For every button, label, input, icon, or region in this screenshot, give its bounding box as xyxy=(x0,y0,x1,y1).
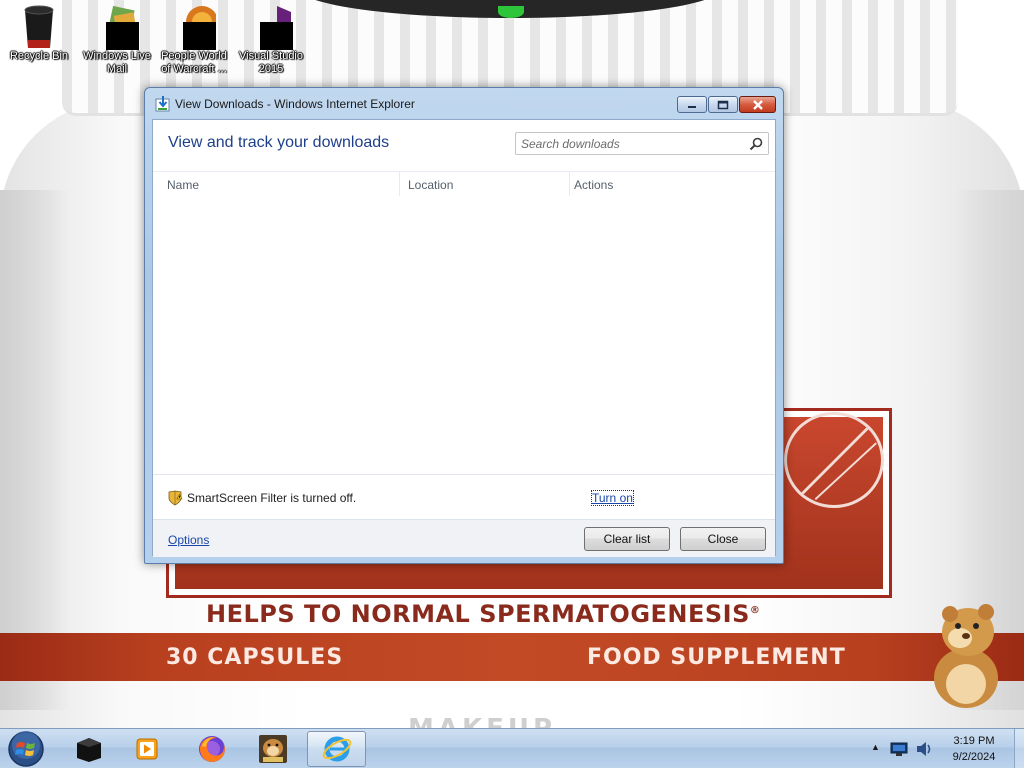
taskbar-media-player[interactable] xyxy=(120,731,176,767)
firefox-icon xyxy=(199,736,225,762)
wallpaper-supplement-text: FOOD SUPPLEMENT xyxy=(587,645,846,670)
wallpaper-logo xyxy=(784,412,884,508)
taskbar: ▲ 3:19 PM 9/2/2024 xyxy=(0,728,1024,768)
column-header: Name Location Actions xyxy=(153,171,775,196)
smartscreen-bar: SmartScreen Filter is turned off. Turn o… xyxy=(153,474,775,518)
show-hidden-icons-icon[interactable]: ▲ xyxy=(871,742,880,752)
internet-explorer-icon xyxy=(322,736,351,762)
desktop-icon-label: Windows Live Mail xyxy=(83,50,151,75)
downloads-list[interactable] xyxy=(153,196,775,472)
turn-on-link[interactable]: Turn on xyxy=(591,490,634,506)
taskbar-box-app[interactable] xyxy=(245,731,301,767)
taskbar-internet-explorer[interactable] xyxy=(307,731,366,767)
desktop-icon-windows-live-mail[interactable]: Windows Live Mail xyxy=(80,4,154,76)
downloads-icon xyxy=(155,96,170,112)
shield-warning-icon xyxy=(168,490,183,506)
close-icon xyxy=(752,99,763,110)
black-box-icon xyxy=(77,738,101,762)
dialog-footer: Options Clear list Close xyxy=(153,519,775,557)
search-icon[interactable] xyxy=(748,136,764,152)
wallpaper-headline: HELPS TO NORMAL SPERMATOGENESIS® xyxy=(206,600,761,628)
page-title: View and track your downloads xyxy=(168,134,390,151)
column-divider[interactable] xyxy=(399,172,400,196)
downloads-panel: View and track your downloads Name Locat… xyxy=(152,119,776,557)
window-close-button[interactable] xyxy=(739,96,776,113)
people-world-of-warcraft-icon xyxy=(176,4,218,56)
desktop-icon-people-world-of-warcraft[interactable]: People World of Warcraft ... xyxy=(157,4,231,76)
desktop-icon-recycle-bin[interactable]: Recycle Bin xyxy=(2,4,76,63)
column-name[interactable]: Name xyxy=(167,178,199,192)
taskbar-black-app[interactable] xyxy=(61,731,117,767)
view-downloads-window: View Downloads - Windows Internet Explor… xyxy=(144,87,784,564)
window-title: View Downloads - Windows Internet Explor… xyxy=(175,97,415,111)
desktop-icon-visual-studio[interactable]: Visual Studio 2015 xyxy=(234,4,308,76)
column-actions[interactable]: Actions xyxy=(574,178,613,192)
media-player-icon xyxy=(136,738,158,760)
windows-logo-icon xyxy=(8,731,44,767)
search-input[interactable] xyxy=(516,133,744,154)
start-button[interactable] xyxy=(6,730,46,768)
desktop-icon-label: Visual Studio 2015 xyxy=(238,50,303,75)
wallpaper-brand: MAKEUP xyxy=(408,714,556,728)
minimize-icon xyxy=(688,105,696,108)
search-box xyxy=(515,132,769,155)
smartscreen-status: SmartScreen Filter is turned off. xyxy=(187,491,357,505)
show-desktop-button[interactable] xyxy=(1014,729,1024,768)
clock-time[interactable]: 3:19 PM xyxy=(952,735,996,747)
maximize-icon xyxy=(717,100,729,109)
visual-studio-icon xyxy=(253,4,293,56)
system-tray: ▲ 3:19 PM 9/2/2024 xyxy=(866,729,1024,768)
clock-date[interactable]: 9/2/2024 xyxy=(946,751,1002,763)
column-divider[interactable] xyxy=(569,172,570,196)
taskbar-firefox[interactable] xyxy=(184,731,240,767)
title-bar[interactable]: View Downloads - Windows Internet Explor… xyxy=(145,88,783,118)
hamster-image xyxy=(934,604,998,708)
close-button[interactable]: Close xyxy=(680,527,766,551)
desktop-icon-label: People World of Warcraft ... xyxy=(161,50,227,75)
wallpaper-cap-led xyxy=(498,6,524,18)
recycle-bin-icon xyxy=(21,4,57,48)
hamster-box-icon xyxy=(259,735,287,763)
wallpaper-band xyxy=(0,633,1024,681)
column-location[interactable]: Location xyxy=(408,178,453,192)
maximize-button[interactable] xyxy=(708,96,738,113)
minimize-button[interactable] xyxy=(677,96,707,113)
volume-icon[interactable] xyxy=(915,740,933,758)
clear-list-button[interactable]: Clear list xyxy=(584,527,670,551)
network-icon[interactable] xyxy=(890,741,908,757)
desktop-icon-label: Recycle Bin xyxy=(9,50,69,62)
wallpaper-shade xyxy=(0,190,70,710)
wallpaper-capsules-text: 30 CAPSULES xyxy=(166,645,344,670)
windows-live-mail-icon xyxy=(99,4,139,56)
options-link[interactable]: Options xyxy=(168,533,209,547)
